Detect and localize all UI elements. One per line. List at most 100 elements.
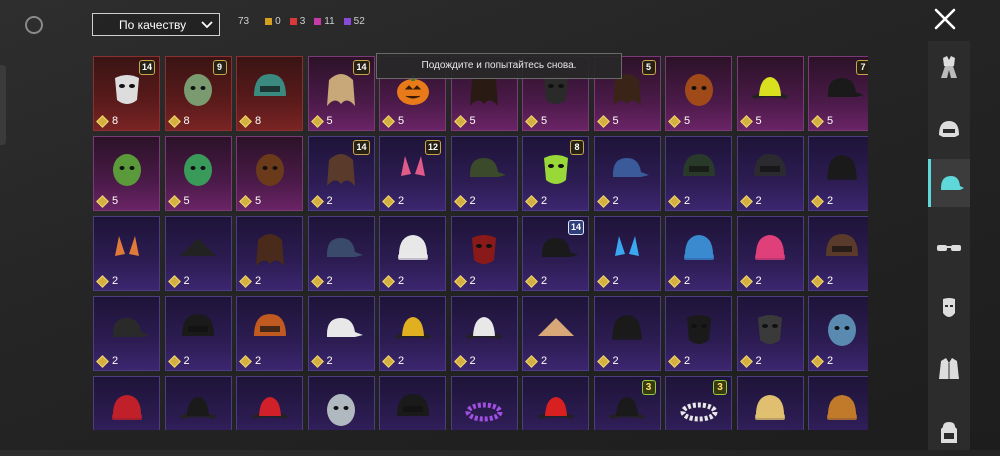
item-value-text: 2 xyxy=(469,275,476,287)
item-slot-blue-beanie[interactable]: 2 xyxy=(665,216,732,291)
item-value-text: 5 xyxy=(755,115,762,127)
coin-icon xyxy=(596,354,610,368)
item-slot-military-caps[interactable]: 2 xyxy=(450,136,518,211)
item-slot-police-cap[interactable]: 57 xyxy=(808,56,868,131)
item-slot-yellow-bucket-hat[interactable]: 5 xyxy=(736,56,804,131)
coin-icon xyxy=(668,354,681,368)
coin-icon xyxy=(596,114,610,128)
item-value: 2 xyxy=(167,274,190,288)
close-icon[interactable] xyxy=(933,7,957,31)
item-slot-frog-goggles[interactable]: 5 xyxy=(164,136,232,211)
item-slot-shark-hood[interactable]: 2 xyxy=(808,296,868,371)
red-fedora-icon xyxy=(251,396,288,419)
item-slot-black-beanie[interactable]: 2 xyxy=(808,136,868,211)
sidebar-item-helmet[interactable] xyxy=(928,106,970,154)
item-slot-yellow-hat[interactable]: 2 xyxy=(379,296,446,371)
item-slot-shark-mask[interactable] xyxy=(307,376,375,430)
coin-icon xyxy=(310,274,324,288)
sort-dropdown[interactable]: По качеству xyxy=(92,13,220,36)
item-slot-zombie-head[interactable]: 89 xyxy=(164,56,232,131)
item-slot-witch-hat[interactable]: 2 xyxy=(164,216,232,291)
item-slot-football-helmet[interactable]: 2 xyxy=(236,296,303,371)
item-slot-officer-cap[interactable]: 2 14 xyxy=(522,216,589,291)
item-slot-black-trilby[interactable]: 3 xyxy=(593,376,661,430)
cake-hat-icon xyxy=(755,394,785,420)
coin-icon xyxy=(811,354,824,368)
item-value: 5 xyxy=(239,194,261,208)
item-slot-dragon-helmet[interactable]: 8 xyxy=(236,56,303,131)
item-slot-cowboy-frog[interactable]: 5 xyxy=(93,136,160,211)
sidebar-item-jacket[interactable] xyxy=(928,344,970,392)
item-value: 2 xyxy=(525,354,547,368)
item-slot-white-visor[interactable]: 2 xyxy=(307,296,375,371)
item-value: 2 xyxy=(167,354,190,368)
item-slot-pink-beret[interactable]: 2 xyxy=(736,216,804,291)
item-slot-dark-cap[interactable]: 2 xyxy=(93,296,160,371)
category-sidebar xyxy=(928,41,970,450)
item-value: 2 xyxy=(739,274,762,288)
item-slot-headphones[interactable] xyxy=(379,376,446,430)
pink-swatch xyxy=(314,18,322,25)
item-slot-blue-bunny-ears[interactable]: 2 xyxy=(593,216,661,291)
item-slot-baseball-cap[interactable]: 2 xyxy=(593,136,661,211)
item-value-text: 2 xyxy=(255,275,262,287)
item-slot-burger-hat[interactable] xyxy=(808,376,868,430)
item-slot-red-bucket-hat[interactable] xyxy=(522,376,589,430)
item-slot-straw-conical-hat[interactable]: 2 xyxy=(522,296,589,371)
item-slot-red-beret[interactable] xyxy=(93,376,160,430)
item-value: 8 xyxy=(239,114,261,128)
item-slot-long-hair-cap[interactable]: 2 14 xyxy=(307,136,375,211)
side-handle[interactable] xyxy=(0,65,6,145)
item-value-text: 2 xyxy=(827,195,834,207)
item-slot-bunny-headband[interactable]: 2 12 xyxy=(379,136,446,211)
sidebar-item-glasses[interactable] xyxy=(928,224,970,272)
item-slot-bear-head[interactable]: 5 xyxy=(236,136,303,211)
item-slot-navy-cap[interactable]: 2 xyxy=(307,216,375,291)
item-slot-black-helmet[interactable]: 2 xyxy=(164,296,232,371)
item-slot-aviator-cap[interactable]: 2 xyxy=(808,216,868,291)
sidebar-item-mask[interactable] xyxy=(928,284,970,332)
purple-flower-crown-icon xyxy=(465,402,503,422)
coin-icon xyxy=(167,114,181,128)
item-slot-cat-mask[interactable]: 8 14 xyxy=(93,56,160,131)
coin-icon xyxy=(668,114,681,128)
item-slot-black-fedora[interactable] xyxy=(164,376,232,430)
item-slot-dino-head[interactable]: 5 xyxy=(665,56,732,131)
item-slot-white-turban[interactable]: 2 xyxy=(379,216,446,291)
cowboy-frog-icon xyxy=(112,153,141,186)
item-value-text: 2 xyxy=(183,275,190,287)
item-value: 2 xyxy=(596,194,619,208)
stat-count: 52 xyxy=(353,16,365,27)
sidebar-item-backpack[interactable] xyxy=(928,408,970,456)
item-slot-purple-flower-crown[interactable] xyxy=(450,376,518,430)
item-slot-blonde-hair[interactable]: 5 14 xyxy=(307,56,375,131)
item-slot-balaclava[interactable]: 2 xyxy=(665,296,732,371)
item-slot-red-fedora[interactable] xyxy=(236,376,303,430)
item-slot-white-flower-crown[interactable]: 3 xyxy=(665,376,732,430)
coin-icon xyxy=(811,274,824,288)
item-value: 2 xyxy=(739,354,762,368)
item-slot-luchador-mask[interactable]: 2 xyxy=(736,296,804,371)
coin-icon xyxy=(310,194,324,208)
item-slot-cake-hat[interactable] xyxy=(736,376,804,430)
item-value: 5 xyxy=(525,114,547,128)
item-slot-tactical-helmet[interactable]: 2 xyxy=(736,136,804,211)
item-slot-black-beanie-2[interactable]: 2 xyxy=(593,296,661,371)
item-slot-brown-hair[interactable]: 2 xyxy=(236,216,303,291)
item-value: 2 xyxy=(453,354,476,368)
menu-circle-button[interactable] xyxy=(25,16,43,34)
sidebar-item-cap[interactable] xyxy=(928,159,970,207)
toast-message: Подождите и попытайтесь снова. xyxy=(376,53,622,79)
item-slot-demon-mask[interactable]: 2 xyxy=(450,216,518,291)
legendary-swatch xyxy=(265,18,273,25)
item-slot-cat-ears[interactable]: 2 xyxy=(93,216,160,291)
stat-count: 3 xyxy=(299,16,306,27)
item-slot-gas-mask-helmet[interactable]: 2 xyxy=(665,136,732,211)
coin-icon xyxy=(739,274,753,288)
item-value: 5 xyxy=(596,114,619,128)
item-slot-skull-hood[interactable]: 28 xyxy=(522,136,589,211)
coin-icon xyxy=(96,274,109,288)
item-slot-feather-hat[interactable]: 2 xyxy=(450,296,518,371)
sidebar-item-outfit[interactable] xyxy=(928,43,970,91)
black-fedora-icon xyxy=(180,396,216,419)
